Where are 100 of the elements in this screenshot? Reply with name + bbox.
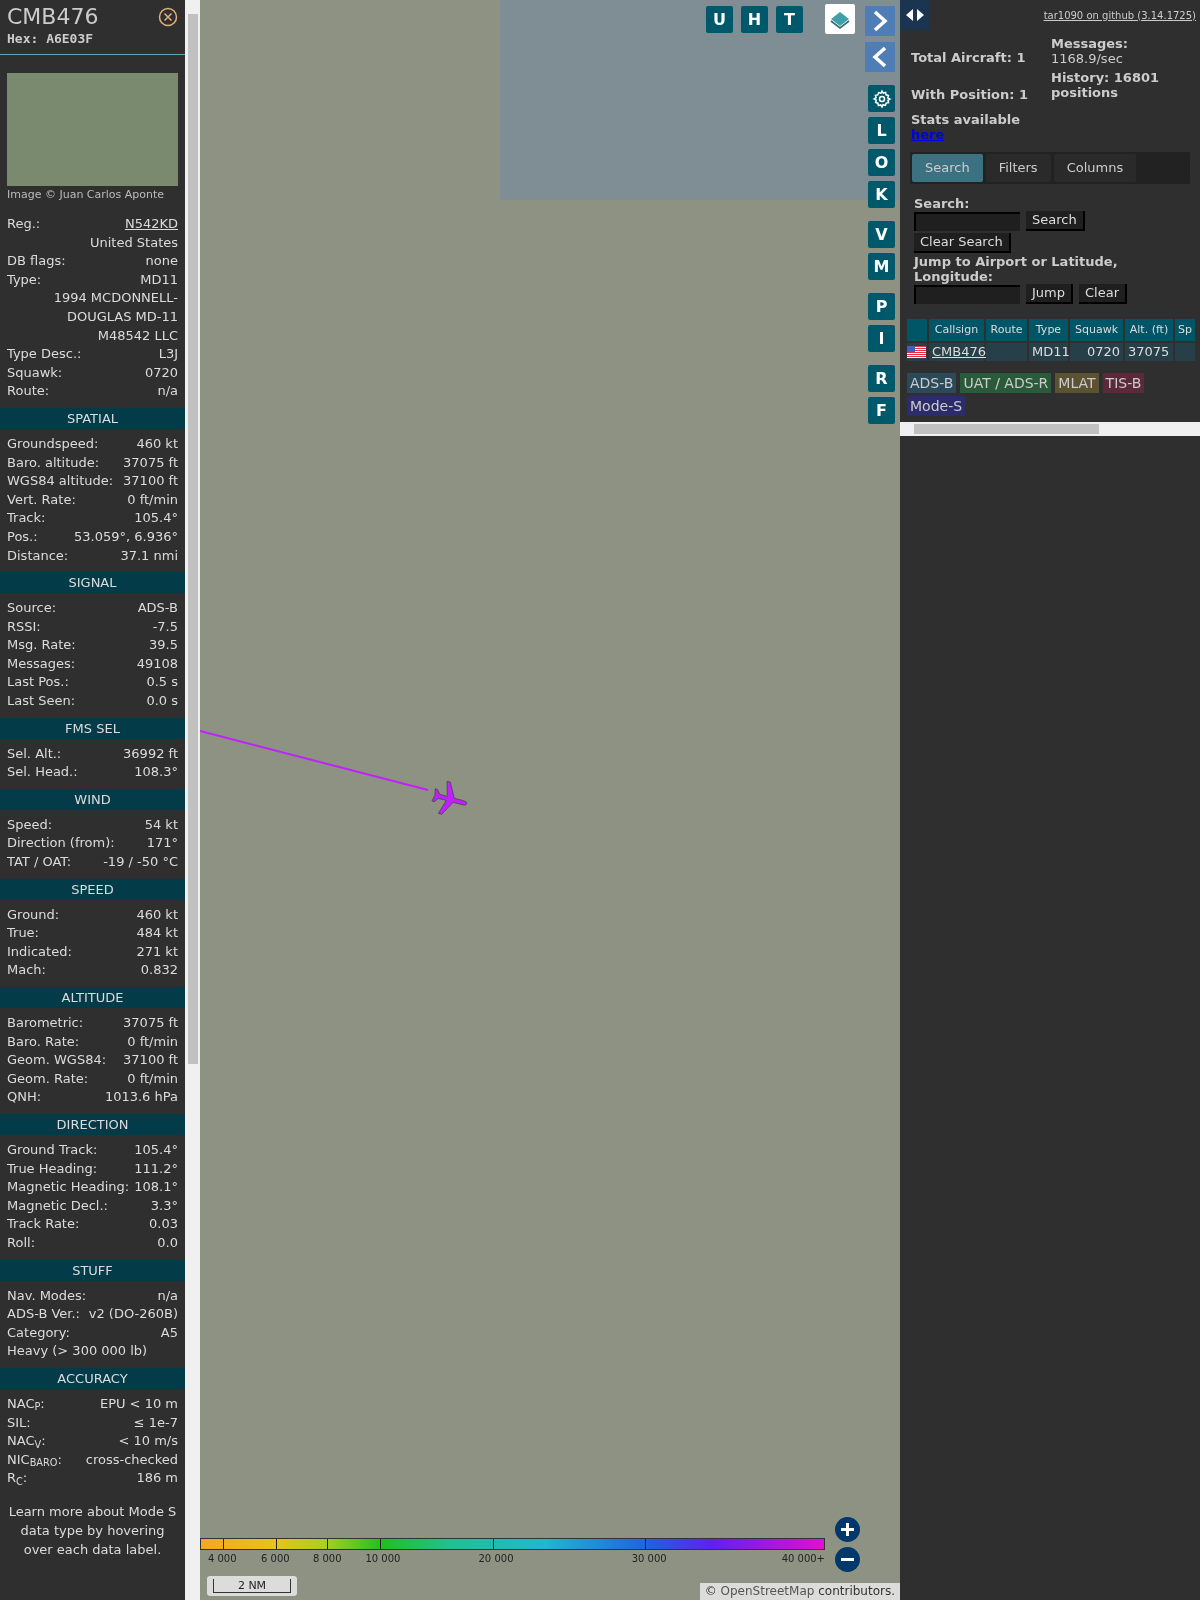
toggle-button[interactable]: U <box>706 6 733 33</box>
settings-button[interactable] <box>868 85 895 112</box>
table-cell: MD11 <box>1029 343 1068 361</box>
field-label: Category: <box>7 1323 70 1342</box>
jump-field[interactable] <box>914 284 1020 304</box>
field-value: MD11 <box>140 270 178 289</box>
field-value: 1013.6 hPa <box>104 1088 178 1107</box>
toggle-button[interactable]: V <box>868 221 895 248</box>
chevron-left-icon <box>872 46 888 68</box>
column-header[interactable]: Type <box>1029 319 1068 341</box>
field-value: 460 kt <box>136 434 178 453</box>
scale-label: 30 000 <box>631 1552 667 1566</box>
table-cell <box>1175 343 1195 361</box>
field-value: 105.4° <box>134 1140 178 1159</box>
column-header[interactable]: Squawk <box>1070 319 1123 341</box>
hex-code: Hex: A6E03F <box>7 30 95 48</box>
toggle-button[interactable]: K <box>868 181 895 208</box>
section-header: ACCURACY <box>0 1367 185 1389</box>
toggle-button[interactable]: O <box>868 149 895 176</box>
field-label: Ground: <box>7 905 60 924</box>
github-link[interactable]: tar1090 on github (3.14.1725) <box>1043 7 1196 23</box>
field-label: Last Seen: <box>7 692 76 711</box>
scale-label: 10 000 <box>365 1552 401 1566</box>
field-label: Squawk: <box>7 363 63 382</box>
with-position-stat: With Position: 1 <box>911 85 1030 104</box>
field-value: 54 kt <box>144 815 178 834</box>
field-value: M48542 LLC <box>96 326 178 345</box>
field-value: 37100 ft <box>123 472 178 491</box>
field-label: Type: <box>7 270 42 289</box>
toggle-button[interactable]: F <box>868 397 895 424</box>
field-value: n/a <box>157 1286 178 1305</box>
source-legend-tag: MLAT <box>1055 373 1099 393</box>
field-label: Mach: <box>7 961 46 980</box>
field-value: 0.5 s <box>146 673 178 692</box>
field-value: 484 kt <box>136 924 178 943</box>
map-background[interactable]: U H T L O K V M P I R F 4 000 6 000 8 000 10 000 20 000 30 000 40 000+ 2 NM © OpenStreetMap contributors. <box>200 0 900 1600</box>
scale-label: 4 000 <box>207 1552 237 1566</box>
close-icon[interactable] <box>158 7 178 27</box>
attribution-link[interactable]: OpenStreetMap <box>720 1584 815 1598</box>
scrollbar[interactable] <box>185 0 200 1600</box>
field-value: 53.059°, 6.936° <box>74 527 178 546</box>
toggle-button[interactable]: T <box>776 6 803 33</box>
clear-search-button[interactable]: Clear Search <box>914 233 1011 253</box>
section-header: SPEED <box>0 878 185 900</box>
field-label: Reg.: <box>7 215 41 233</box>
table-cell: 0720 <box>1070 343 1123 361</box>
previous-button[interactable] <box>865 42 895 72</box>
toggle-button[interactable]: H <box>741 6 768 33</box>
column-header[interactable]: Alt. (ft) <box>1125 319 1173 341</box>
field-value: 37100 ft <box>123 1051 178 1070</box>
jump-button[interactable]: Jump <box>1026 284 1073 304</box>
field-value: v2 (DO-260B) <box>88 1305 178 1324</box>
total-aircraft-stat: Total Aircraft: 1 <box>911 49 1027 67</box>
toggle-button[interactable]: I <box>868 325 895 352</box>
horizontal-scrollbar[interactable] <box>900 422 1200 436</box>
field-label: Ground Track: <box>7 1140 98 1159</box>
field-value: 108.3° <box>134 763 178 782</box>
field-label: Indicated: <box>7 942 72 961</box>
panel-toggle-button[interactable] <box>900 0 930 30</box>
zoom-out-button[interactable] <box>835 1547 860 1572</box>
field-label: Groundspeed: <box>7 434 99 453</box>
field-label: Route: <box>7 382 50 401</box>
scale-label: 8 000 <box>312 1552 342 1566</box>
toggle-button[interactable]: M <box>868 253 895 280</box>
next-button[interactable] <box>865 6 895 36</box>
layers-button[interactable] <box>825 4 855 34</box>
field-label: Type Desc.: <box>7 345 82 364</box>
column-header[interactable]: Callsign <box>929 319 984 341</box>
field-label: WGS84 altitude: <box>7 472 114 491</box>
column-header[interactable]: Route <box>986 319 1027 341</box>
source-legend-tag: Mode-S <box>907 396 966 416</box>
photo-credit: Image © Juan Carlos Aponte <box>7 186 166 203</box>
chevron-right-icon <box>872 10 888 32</box>
section-header: WIND <box>0 788 185 810</box>
toggle-button[interactable]: P <box>868 293 895 320</box>
toggle-button[interactable]: R <box>868 365 895 392</box>
field-value: ADS-B <box>137 599 178 618</box>
search-button[interactable]: Search <box>1026 211 1085 231</box>
field-value: 0.832 <box>140 961 178 980</box>
field-value: 171° <box>146 834 178 853</box>
field-value: 0.03 <box>149 1215 178 1234</box>
jump-label: Jump to Airport or Latitude, Longitude: <box>914 254 1119 284</box>
field-label: Track: <box>7 509 46 528</box>
field-value: 271 kt <box>136 942 178 961</box>
field-value: 37.1 nmi <box>120 546 178 565</box>
field-value: -19 / -50 °C <box>103 853 178 872</box>
registration-link[interactable]: N542KD <box>124 215 178 234</box>
section-header: STUFF <box>0 1259 185 1281</box>
clear-button[interactable]: Clear <box>1079 284 1127 304</box>
field-label: Geom. WGS84: <box>7 1051 107 1070</box>
column-header[interactable]: Sp <box>1175 319 1195 341</box>
field-label: Geom. Rate: <box>7 1069 89 1088</box>
tab[interactable]: Columns <box>1053 154 1137 182</box>
search-field[interactable] <box>914 211 1020 231</box>
scale-label: 40 000+ <box>781 1552 825 1566</box>
field-label: SIL: <box>7 1413 31 1432</box>
field-value: 186 m <box>136 1469 178 1488</box>
tab[interactable]: Filters <box>985 154 1051 182</box>
zoom-in-button[interactable] <box>835 1517 860 1542</box>
toggle-button[interactable]: L <box>868 117 895 144</box>
